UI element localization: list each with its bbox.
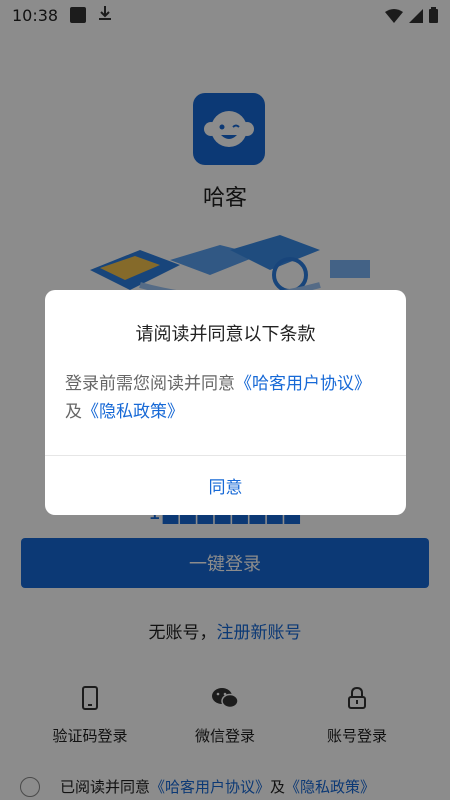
agree-button[interactable]: 同意 [45,456,406,515]
terms-dialog: 请阅读并同意以下条款 登录前需您阅读并同意《哈客用户协议》及《隐私政策》 同意 [45,290,406,515]
dialog-body-prefix: 登录前需您阅读并同意 [65,374,235,394]
dialog-title: 请阅读并同意以下条款 [135,324,316,345]
login-screen: 10:38 哈客 一键登录 无账号，注册新账号 验证码登录 微信登录 账号登录 … [0,0,450,800]
dialog-body: 登录前需您阅读并同意《哈客用户协议》及《隐私政策》 [65,370,387,426]
dialog-and: 及 [65,402,82,422]
dialog-user-agreement-link[interactable]: 《哈客用户协议》 [235,374,371,394]
dialog-privacy-policy-link[interactable]: 《隐私政策》 [82,402,184,422]
